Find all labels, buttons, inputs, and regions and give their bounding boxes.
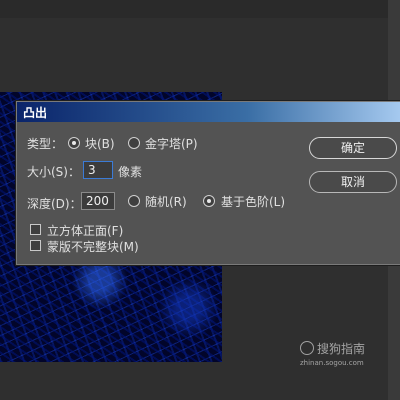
dialog-title: 凸出 bbox=[23, 105, 48, 120]
depth-label: 深度(D)： bbox=[27, 197, 82, 211]
watermark-brand: 搜狗指南 bbox=[317, 342, 366, 356]
radio-pyramid-label[interactable]: 金字塔(P) bbox=[145, 135, 198, 152]
radio-block[interactable] bbox=[68, 137, 80, 149]
size-unit: 像素 bbox=[118, 165, 143, 179]
watermark: 搜狗指南 zhinan.sogou.com bbox=[300, 340, 365, 367]
extrude-dialog: 凸出 类型： 块(B) 金字塔(P) 大小(S)： 像素 深度(D)： 随机(R… bbox=[16, 101, 400, 265]
radio-random-label[interactable]: 随机(R) bbox=[145, 193, 187, 210]
size-label: 大小(S)： bbox=[27, 165, 80, 179]
radio-level-based[interactable] bbox=[203, 195, 215, 207]
radio-pyramid[interactable] bbox=[128, 137, 140, 149]
options-bar bbox=[0, 0, 388, 18]
checkbox-mask-incomplete-blocks-label[interactable]: 蒙版不完整块(M) bbox=[47, 238, 139, 255]
radio-level-based-label[interactable]: 基于色阶(L) bbox=[221, 193, 285, 210]
cancel-button[interactable]: 取消 bbox=[309, 171, 397, 193]
checkbox-solid-front-faces-label[interactable]: 立方体正面(F) bbox=[47, 222, 123, 239]
checkbox-mask-incomplete-blocks[interactable] bbox=[30, 240, 41, 251]
sogou-logo-icon bbox=[300, 341, 314, 355]
checkbox-solid-front-faces[interactable] bbox=[30, 224, 41, 235]
type-label: 类型： bbox=[27, 137, 64, 151]
watermark-domain: zhinan.sogou.com bbox=[300, 359, 364, 367]
depth-input[interactable] bbox=[81, 192, 115, 210]
dialog-titlebar[interactable]: 凸出 bbox=[17, 102, 400, 122]
size-input[interactable] bbox=[83, 161, 113, 179]
ok-button[interactable]: 确定 bbox=[309, 137, 397, 159]
radio-block-label[interactable]: 块(B) bbox=[85, 135, 115, 152]
radio-random[interactable] bbox=[128, 195, 140, 207]
